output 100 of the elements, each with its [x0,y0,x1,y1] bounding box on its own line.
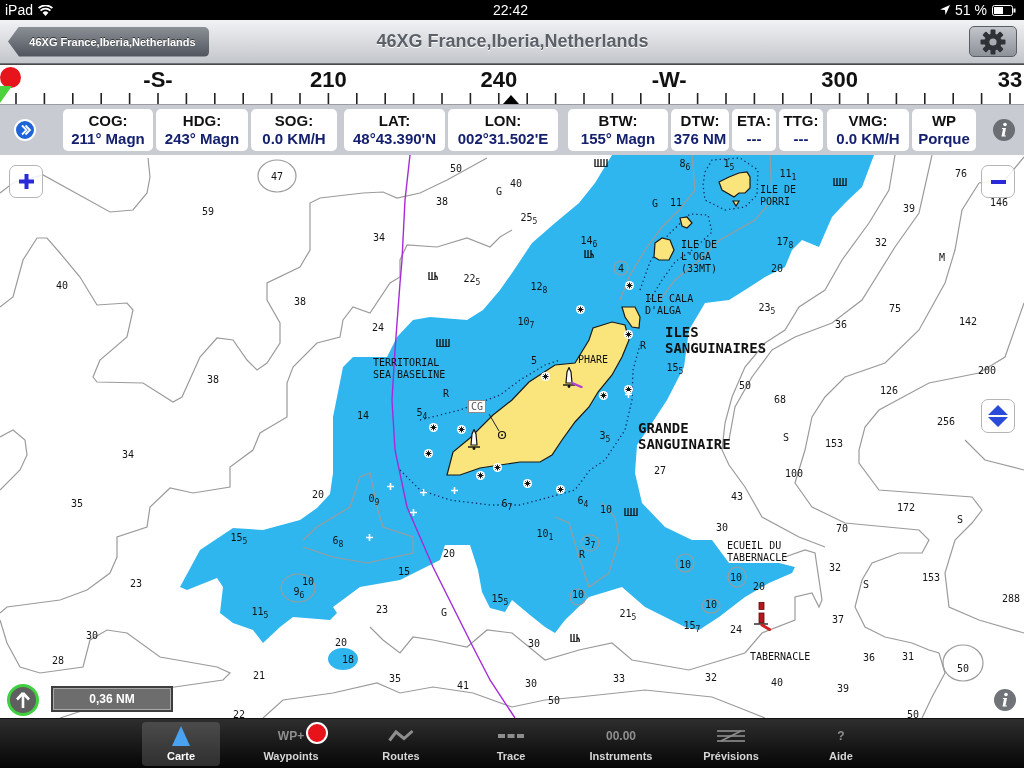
depth-sounding: 10$_{1}$ [536,527,554,539]
plus-icon [18,174,34,189]
depth-sounding: 23$_{5}$ [758,301,776,313]
kelp-icon [584,250,594,258]
compass-heading-label: -W- [651,67,687,93]
instrument-label: DTW: [680,112,720,130]
instrument-label: COG: [88,112,128,130]
depth-sounding: 59 [202,205,214,217]
place-name: ILE DE L'OGA (33MT) [681,239,718,275]
depth-sounding: 11$_{5}$ [251,605,269,617]
north-up-button[interactable] [7,684,39,716]
depth-sounding: 50 [739,379,751,391]
depth-sounding: 22 [233,708,245,718]
settings-button[interactable] [969,26,1017,57]
rock-symbol-icon [456,424,466,434]
kelp-icon [624,508,638,516]
leader-line [488,413,500,432]
depth-sounding: 50 [548,694,560,706]
depth-sounding: 30 [525,677,537,689]
depth-sounding: 32 [875,236,887,248]
crossed-lines-icon [717,729,745,742]
island [731,200,741,208]
danger-area-outline [702,157,759,211]
tag-label: CG [468,400,487,413]
depth-sounding: G [496,185,502,197]
depth-sounding: S [863,578,869,590]
scale-bar: 0,36 NM [51,686,173,712]
depth-sounding: 38 [207,373,219,385]
instrument-label: LON: [484,112,522,130]
depth-sounding: 10$_{7}$ [517,315,535,327]
instrument-value: 243° Magn [164,130,240,148]
depth-sounding: 6$_{7}$ [501,497,513,509]
compass-heading-label: -S- [143,67,173,93]
depth-sounding: 50 [450,162,462,174]
island [718,171,751,198]
tab[interactable]: WP+ Waypoints [252,721,330,766]
island [679,216,693,229]
depth-sounding: 5 [531,354,537,366]
beacon-icon [754,602,771,631]
depth-sounding: 20 [312,488,324,500]
wifi-icon [38,4,54,16]
depth-sounding: 15$_{5}$ [230,531,248,543]
depth-sounding: 15$_{5}$ [666,361,684,373]
depth-sounding: 32 [705,671,717,683]
rock-symbol-icon [540,371,550,381]
instrument-value: 155° Magn [580,130,656,148]
tab[interactable]: 00.00 Instruments [582,721,660,766]
kelp-icon [570,634,580,642]
triangle-marker-icon [0,86,12,103]
rock-symbol-icon [492,462,502,472]
screen-title: 46XG France,Iberia,Netherlands [376,31,649,52]
cross-mark-icon [365,533,373,541]
position-dot-icon [0,67,21,88]
rock-symbol-icon [598,390,608,400]
tab[interactable]: ? Aide [802,721,880,766]
depth-sounding: 14$_{6}$ [580,234,598,246]
info-icon[interactable] [993,119,1015,141]
instrument-label: VMG: [848,112,888,130]
info-button[interactable] [994,689,1016,711]
instrument-value: 48°43.390'N [353,130,436,148]
layer-toggle-button[interactable] [981,399,1015,433]
kelp-icon [428,272,438,280]
instrument-value: --- [746,130,762,148]
tab[interactable]: Prévisions [692,721,770,766]
battery-percentage: 51 % [955,1,987,19]
depth-sounding: 5$_{4}$ [416,406,428,418]
zoom-out-button[interactable] [981,165,1015,198]
tab[interactable]: Routes [362,721,440,766]
place-name: PHARE [578,354,609,366]
zigzag-icon [388,729,414,742]
location-arrow-icon [940,5,951,15]
depth-sounding: 39 [837,682,849,694]
depth-sounding: 4 [618,262,624,274]
depth-sounding: 9$_{6}$ [293,585,305,597]
rock-symbol-icon [522,478,532,488]
tab[interactable]: Trace [472,721,550,766]
minus-icon [990,179,1006,184]
tab[interactable]: Carte [142,721,220,766]
cross-mark-icon [419,488,427,496]
depth-sounding: 153 [824,437,844,449]
depth-sounding: 34 [373,231,385,243]
rock-symbol-icon [423,448,433,458]
depth-sounding: 34 [122,448,134,460]
depth-sounding: 15$_{7}$ [683,619,701,631]
lighthouse-icon [468,429,480,450]
depth-sounding: 6$_{8}$ [332,534,344,546]
depth-sounding: 37 [832,613,844,625]
chevron-circle-icon [14,119,36,141]
dashes-icon [498,733,524,738]
depth-sounding: 10 [600,503,612,515]
place-name: ECUEIL DU TABERNACLE [727,540,788,564]
island [653,237,675,261]
expand-button[interactable] [14,119,36,141]
depth-sounding: G [441,606,447,618]
compass-heading-label: 210 [310,67,347,93]
zoom-in-button[interactable] [9,165,43,198]
depth-sounding: 30 [528,637,540,649]
back-button[interactable]: 46XG France,Iberia,Netherlands [8,26,209,57]
depth-sounding: 76 [955,167,967,179]
kelp-icon [436,339,450,347]
